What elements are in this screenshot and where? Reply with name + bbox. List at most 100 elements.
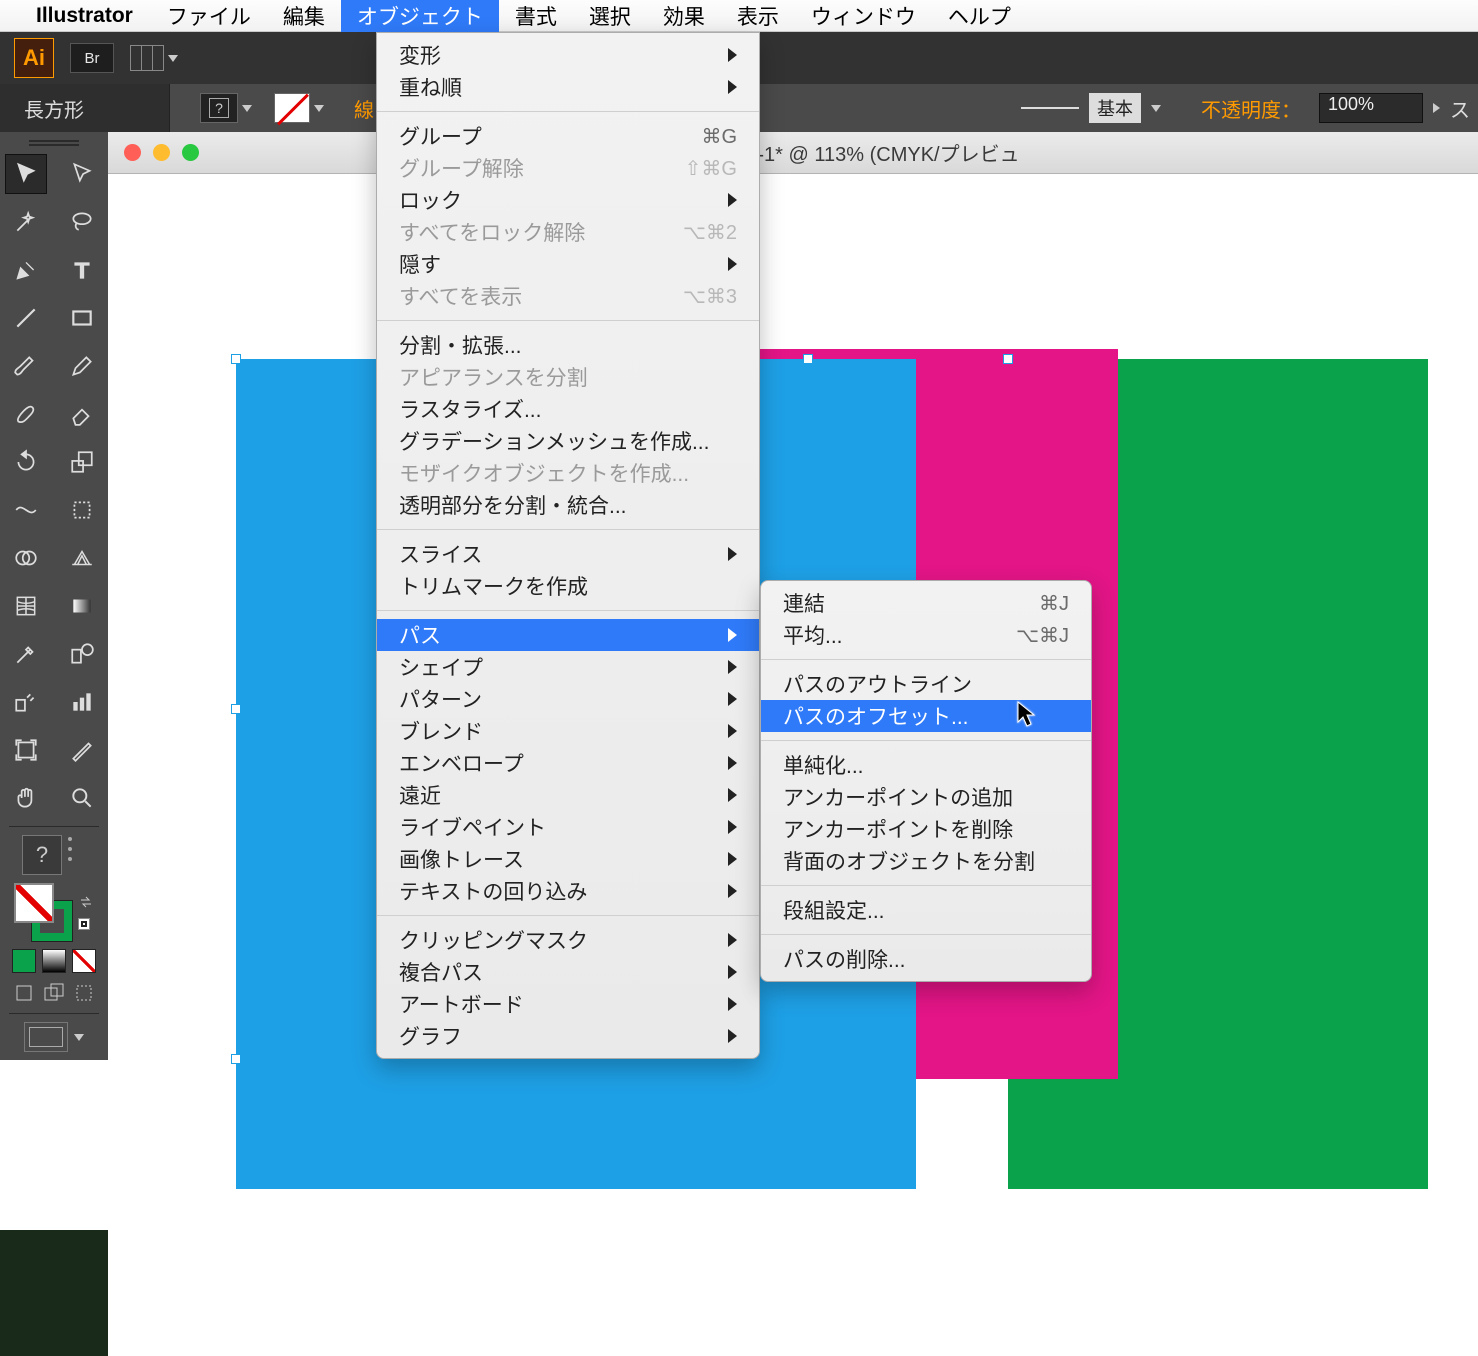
shape-builder-tool[interactable] xyxy=(5,538,47,578)
menu-item[interactable]: 平均...⌥⌘J xyxy=(761,619,1091,651)
menubar-item-効果[interactable]: 効果 xyxy=(647,0,721,32)
menubar-item-ウィンドウ[interactable]: ウィンドウ xyxy=(795,0,932,32)
menu-item[interactable]: パス xyxy=(377,619,759,651)
menu-item[interactable]: パスのオフセット... xyxy=(761,700,1091,732)
direct-selection-tool[interactable] xyxy=(61,154,103,194)
menu-item[interactable]: アートボード xyxy=(377,988,759,1020)
slice-tool[interactable] xyxy=(61,730,103,770)
menu-item[interactable]: 隠す xyxy=(377,248,759,280)
eraser-tool[interactable] xyxy=(61,394,103,434)
menu-item[interactable]: ラスタライズ... xyxy=(377,393,759,425)
menu-item[interactable]: アンカーポイントを削除 xyxy=(761,813,1091,845)
menubar-item-オブジェクト[interactable]: オブジェクト xyxy=(341,0,499,32)
unknown-tool-row[interactable]: ? xyxy=(7,835,101,875)
menu-item[interactable]: 複合パス xyxy=(377,956,759,988)
menubar-item-選択[interactable]: 選択 xyxy=(573,0,647,32)
fill-stroke-control[interactable] xyxy=(7,883,101,941)
menu-item[interactable]: アンカーポイントの追加 xyxy=(761,781,1091,813)
stroke-profile-button[interactable]: 基本 xyxy=(1089,93,1141,123)
menu-item[interactable]: クリッピングマスク xyxy=(377,924,759,956)
menu-item[interactable]: ライブペイント xyxy=(377,811,759,843)
rectangle-tool[interactable] xyxy=(61,298,103,338)
blend-tool[interactable] xyxy=(61,634,103,674)
column-graph-tool[interactable] xyxy=(61,682,103,722)
chevron-down-icon[interactable] xyxy=(314,105,324,112)
menu-item[interactable]: 背面のオブジェクトを分割 xyxy=(761,845,1091,877)
menu-item[interactable]: エンベロープ xyxy=(377,747,759,779)
menu-item[interactable]: 透明部分を分割・統合... xyxy=(377,489,759,521)
menu-item[interactable]: テキストの回り込み xyxy=(377,875,759,907)
free-transform-tool[interactable] xyxy=(61,490,103,530)
menu-item[interactable]: 単純化... xyxy=(761,749,1091,781)
gradient-tool[interactable] xyxy=(61,586,103,626)
draw-normal-icon[interactable] xyxy=(12,981,36,1005)
fill-swatch[interactable]: ? xyxy=(200,93,238,123)
hand-tool[interactable] xyxy=(5,778,47,818)
stroke-label[interactable]: 線 xyxy=(354,94,374,123)
blob-brush-tool[interactable] xyxy=(5,394,47,434)
menubar-item-書式[interactable]: 書式 xyxy=(499,0,573,32)
pen-tool[interactable] xyxy=(5,250,47,290)
menubar-item-編集[interactable]: 編集 xyxy=(267,0,341,32)
stroke-swatch-none[interactable] xyxy=(274,93,310,123)
swap-fill-stroke-icon[interactable] xyxy=(78,894,94,910)
selection-handle[interactable] xyxy=(1003,354,1013,364)
menu-item[interactable]: グラデーションメッシュを作成... xyxy=(377,425,759,457)
menu-item[interactable]: スライス xyxy=(377,538,759,570)
type-tool[interactable] xyxy=(61,250,103,290)
zoom-tool[interactable] xyxy=(61,778,103,818)
rotate-tool[interactable] xyxy=(5,442,47,482)
selection-handle[interactable] xyxy=(803,354,813,364)
menubar-item-表示[interactable]: 表示 xyxy=(721,0,795,32)
lasso-tool[interactable] xyxy=(61,202,103,242)
menu-item[interactable]: 重ね順 xyxy=(377,71,759,103)
menu-item[interactable]: ロック xyxy=(377,184,759,216)
selection-handle[interactable] xyxy=(231,354,241,364)
mesh-tool[interactable] xyxy=(5,586,47,626)
menu-item[interactable]: 変形 xyxy=(377,39,759,71)
menu-item[interactable]: 画像トレース xyxy=(377,843,759,875)
menu-item[interactable]: ブレンド xyxy=(377,715,759,747)
menubar-item-ヘルプ[interactable]: ヘルプ xyxy=(932,0,1027,32)
panel-grip-icon[interactable] xyxy=(29,140,79,146)
line-tool[interactable] xyxy=(5,298,47,338)
close-window-icon[interactable] xyxy=(124,144,141,161)
color-mode-solid[interactable] xyxy=(12,949,36,973)
color-mode-gradient[interactable] xyxy=(42,949,66,973)
menu-item[interactable]: パターン xyxy=(377,683,759,715)
selection-handle[interactable] xyxy=(231,704,241,714)
magic-wand-tool[interactable] xyxy=(5,202,47,242)
menu-item[interactable]: グラフ xyxy=(377,1020,759,1052)
default-fill-stroke-icon[interactable] xyxy=(78,918,90,930)
pencil-tool[interactable] xyxy=(61,346,103,386)
artboard-tool[interactable] xyxy=(5,730,47,770)
symbol-sprayer-tool[interactable] xyxy=(5,682,47,722)
menu-item[interactable]: 分割・拡張... xyxy=(377,329,759,361)
menu-item[interactable]: トリムマークを作成 xyxy=(377,570,759,602)
paintbrush-tool[interactable] xyxy=(5,346,47,386)
scale-tool[interactable] xyxy=(61,442,103,482)
menu-item[interactable]: 段組設定... xyxy=(761,894,1091,926)
bridge-button[interactable]: Br xyxy=(70,43,114,73)
menubar-item-ファイル[interactable]: ファイル xyxy=(151,0,267,32)
perspective-grid-tool[interactable] xyxy=(61,538,103,578)
workspace-layout-button[interactable] xyxy=(130,45,178,71)
menu-item[interactable]: 連結⌘J xyxy=(761,587,1091,619)
draw-behind-icon[interactable] xyxy=(42,981,66,1005)
menu-item[interactable]: グループ⌘G xyxy=(377,120,759,152)
draw-inside-icon[interactable] xyxy=(72,981,96,1005)
selection-tool[interactable] xyxy=(5,154,47,194)
menu-item[interactable]: パスの削除... xyxy=(761,943,1091,975)
menu-item[interactable]: 遠近 xyxy=(377,779,759,811)
window-controls[interactable] xyxy=(124,144,199,161)
eyedropper-tool[interactable] xyxy=(5,634,47,674)
selection-handle[interactable] xyxy=(231,1054,241,1064)
width-tool[interactable] xyxy=(5,490,47,530)
color-mode-none[interactable] xyxy=(72,949,96,973)
chevron-down-icon[interactable] xyxy=(242,105,252,112)
zoom-window-icon[interactable] xyxy=(182,144,199,161)
menu-item[interactable]: パスのアウトライン xyxy=(761,668,1091,700)
screen-mode-button[interactable] xyxy=(7,1022,101,1052)
opacity-input[interactable]: 100% xyxy=(1319,93,1423,123)
chevron-right-icon[interactable] xyxy=(1433,103,1440,113)
